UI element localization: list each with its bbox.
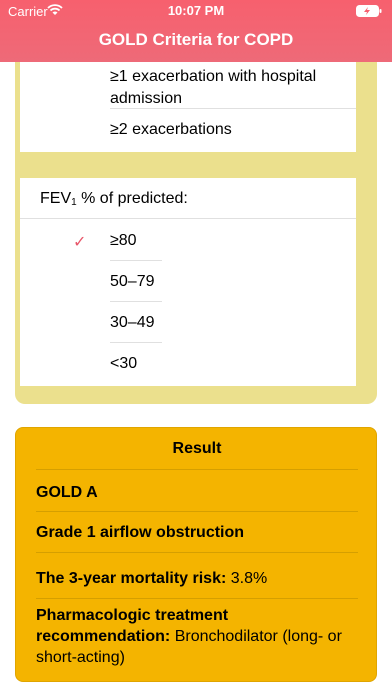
checkmark-icon: ✓ (73, 234, 87, 251)
fev1-label-prefix: FEV (40, 190, 72, 207)
status-bar: Carrier 10:07 PM (0, 0, 392, 22)
option-label: <30 (110, 355, 138, 372)
page-title: GOLD Criteria for COPD (98, 30, 294, 49)
result-grade: Grade 1 airflow obstruction (36, 524, 245, 541)
option-exacerbation-hospital[interactable]: ≥1 exacerbation with hospital admission (110, 66, 350, 110)
option-label: ≥2 exacerbations (110, 121, 232, 138)
result-panel: Result GOLD A Grade 1 airflow obstructio… (15, 427, 377, 682)
option-label: ≥80 (110, 232, 137, 249)
divider (110, 260, 162, 261)
clock: 10:07 PM (167, 3, 225, 18)
option-two-exacerbations[interactable]: ≥2 exacerbations (110, 119, 232, 141)
divider (36, 598, 358, 599)
option-fev-under-30[interactable]: <30 (110, 353, 137, 375)
option-label: 30–49 (110, 314, 155, 331)
mortality-value: 3.8% (226, 570, 268, 587)
result-treatment: Pharmacologic treatment recommendation: … (36, 605, 358, 668)
divider (110, 108, 356, 109)
divider (110, 301, 162, 302)
fev1-header: FEV1 % of predicted: (40, 188, 188, 214)
option-fev-50-79[interactable]: 50–79 (110, 271, 155, 293)
option-label: ≥1 exacerbation with hospital admission (110, 68, 317, 107)
result-mortality: The 3-year mortality risk: 3.8% (36, 568, 358, 589)
header: Carrier 10:07 PM GOLD Criteria for COPD (0, 0, 392, 62)
result-gold-class: GOLD A (36, 484, 98, 501)
option-fev-30-49[interactable]: 30–49 (110, 312, 155, 334)
divider (110, 342, 162, 343)
option-label: 50–79 (110, 273, 155, 290)
option-fev-80[interactable]: ≥80 (110, 230, 137, 252)
divider (36, 469, 358, 470)
fev1-options: FEV1 % of predicted: ✓ ≥80 50–79 30–49 <… (20, 178, 356, 386)
battery-icon (356, 5, 382, 17)
divider (20, 218, 356, 219)
result-title: Result (172, 440, 222, 457)
exacerbation-options: ≥1 exacerbation with hospital admission … (20, 62, 356, 152)
fev1-label-suffix: % of predicted: (76, 190, 188, 207)
divider (36, 511, 358, 512)
mortality-label: The 3-year mortality risk: (36, 570, 227, 587)
divider (36, 552, 358, 553)
